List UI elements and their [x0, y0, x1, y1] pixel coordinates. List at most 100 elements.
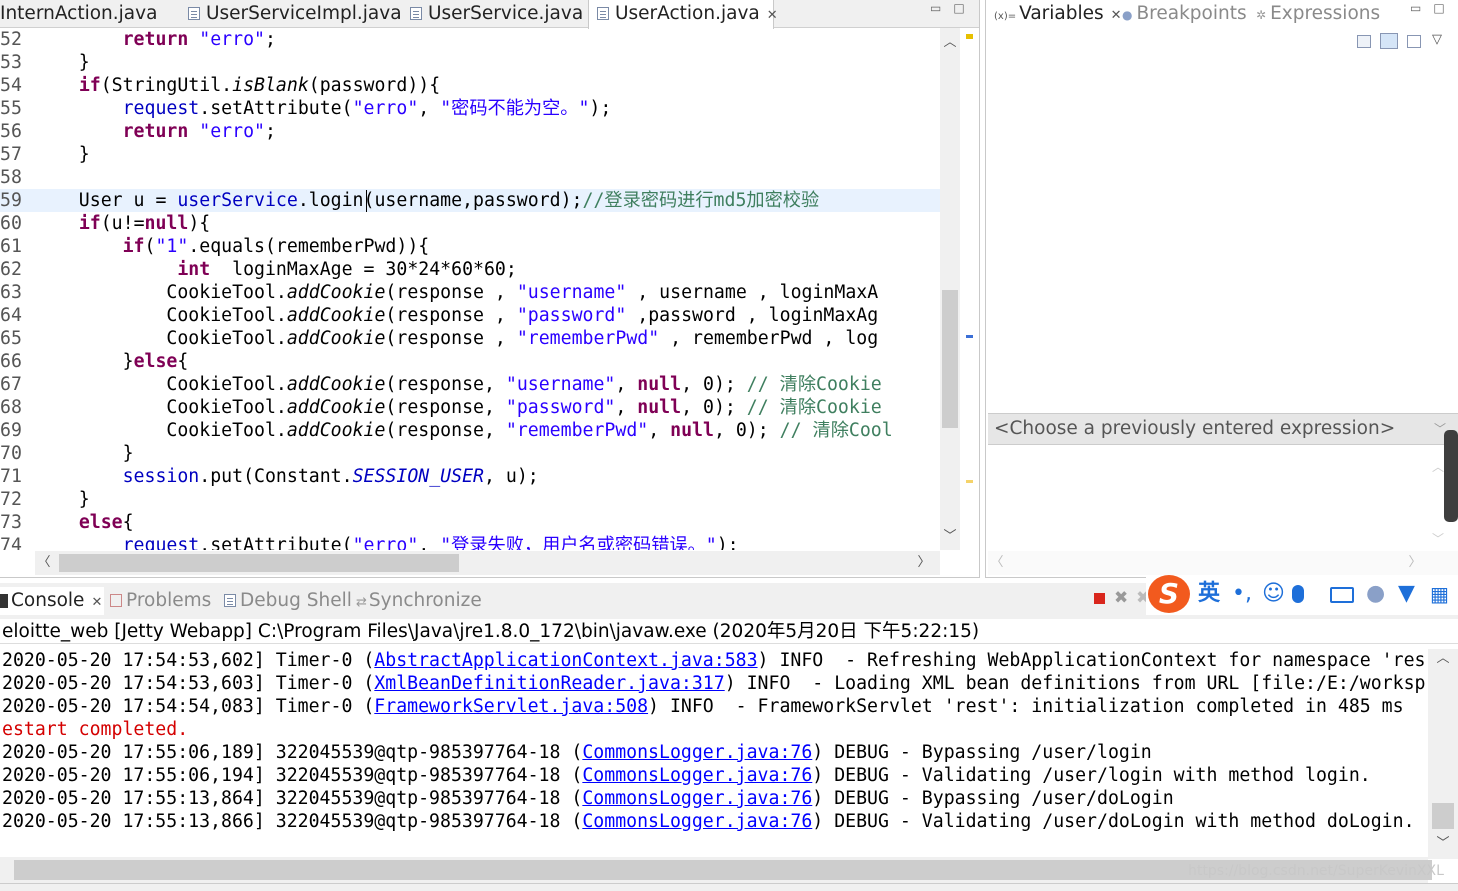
scroll-down-icon[interactable]: ﹀	[941, 530, 959, 544]
code-line[interactable]: 72 }	[0, 488, 940, 511]
minimize-icon[interactable]: ▭	[930, 1, 953, 15]
expression-combo[interactable]: <Choose a previously entered expression>	[988, 413, 1458, 445]
line-code: CookieTool.addCookie(response , "usernam…	[35, 281, 878, 304]
side-grip-handle[interactable]	[1444, 430, 1458, 522]
code-line[interactable]: 62 int loginMaxAge = 30*24*60*60;	[0, 258, 940, 281]
ime-punctuation-toggle[interactable]: •,	[1232, 581, 1252, 607]
code-line[interactable]: 57 }	[0, 143, 940, 166]
close-icon[interactable]: ✕	[767, 8, 778, 23]
code-line[interactable]: 74 request.setAttribute("erro", "登录失败，用户…	[0, 534, 940, 550]
line-number: 70	[0, 443, 22, 464]
code-line[interactable]: 55 request.setAttribute("erro", "密码不能为空。…	[0, 97, 940, 120]
editor-horizontal-scrollbar[interactable]: 〈 〉	[35, 551, 940, 575]
emoji-icon[interactable]: ☺	[1262, 581, 1285, 607]
scroll-right-icon[interactable]: 〉	[915, 556, 933, 570]
source-link[interactable]: CommonsLogger.java:76	[582, 742, 812, 763]
scroll-left-icon[interactable]: 〈	[988, 556, 1006, 570]
overview-ruler[interactable]	[960, 28, 979, 550]
maximize-icon[interactable]: □	[1433, 1, 1456, 15]
code-line[interactable]: 70 }	[0, 442, 940, 465]
tab-userservice[interactable]: UserService.java	[402, 0, 588, 28]
maximize-icon[interactable]: □	[953, 1, 976, 15]
warning-marker[interactable]	[966, 34, 973, 39]
show-type-names-icon[interactable]	[1357, 35, 1371, 48]
code-token: .setAttribute(	[199, 535, 353, 550]
toolbox-grid-icon[interactable]: ▦	[1430, 581, 1449, 607]
code-token: "erro"	[352, 535, 419, 550]
close-icon[interactable]: ✕	[91, 595, 102, 610]
console-vertical-scrollbar[interactable]: ︿ ﹀	[1428, 649, 1458, 859]
search-marker[interactable]	[966, 480, 973, 483]
editor-vertical-scrollbar[interactable]: ︿ ﹀	[940, 28, 960, 550]
view-menu-icon[interactable]: ▽	[1432, 32, 1442, 47]
skin-shirt-icon[interactable]: ▼	[1398, 581, 1415, 607]
scroll-up-icon[interactable]: ︿	[1432, 458, 1444, 475]
code-editor[interactable]: 52 return "erro"; 53 } 54 if(StringUtil.is…	[0, 28, 940, 550]
code-line[interactable]: 73 else{	[0, 511, 940, 534]
console-output[interactable]: 2020-05-20 17:54:53,602] Timer-0 (Abstra…	[0, 649, 1428, 859]
scroll-right-icon[interactable]: 〉	[1406, 556, 1424, 570]
code-token: (u!=	[100, 213, 145, 234]
source-link[interactable]: XmlBeanDefinitionReader.java:317	[374, 673, 724, 694]
source-link[interactable]: CommonsLogger.java:76	[582, 788, 812, 809]
code-line[interactable]: 69 CookieTool.addCookie(response, "remem…	[0, 419, 940, 442]
tab-useraction[interactable]: UserAction.java ✕	[588, 0, 778, 29]
occurrence-marker[interactable]	[966, 335, 973, 338]
source-link[interactable]: FrameworkServlet.java:508	[374, 696, 648, 717]
tab-userserviceimpl[interactable]: UserServiceImpl.java	[180, 0, 402, 28]
user-icon[interactable]: ●	[1366, 581, 1385, 607]
source-link[interactable]: CommonsLogger.java:76	[582, 765, 812, 786]
line-number: 62	[0, 259, 22, 280]
tab-variables[interactable]: (x)= Variables ✕	[986, 0, 1122, 28]
collapse-all-icon[interactable]	[1407, 35, 1421, 48]
code-line[interactable]: 52 return "erro";	[0, 28, 940, 51]
tab-synchronize[interactable]: ⇄ Synchronize	[348, 587, 488, 615]
scroll-down-icon[interactable]: ﹀	[1432, 530, 1444, 547]
variables-horizontal-scrollbar[interactable]: 〈 〉	[988, 551, 1458, 575]
tab-problems[interactable]: Problems	[102, 587, 216, 615]
scroll-up-icon[interactable]: ︿	[1434, 652, 1452, 666]
code-line[interactable]: 68 CookieTool.addCookie(response, "passw…	[0, 396, 940, 419]
code-line[interactable]: 65 CookieTool.addCookie(response , "reme…	[0, 327, 940, 350]
source-link[interactable]: CommonsLogger.java:76	[582, 811, 812, 832]
code-line[interactable]: 63 CookieTool.addCookie(response , "user…	[0, 281, 940, 304]
remove-launch-icon[interactable]: ✖	[1114, 588, 1128, 608]
scroll-up-icon[interactable]: ︿	[941, 36, 959, 50]
tab-breakpoints[interactable]: ● Breakpoints	[1114, 0, 1249, 28]
tab-debug-shell[interactable]: Debug Shell	[216, 587, 352, 615]
source-link[interactable]: AbstractApplicationContext.java:583	[374, 650, 757, 671]
code-token: ,	[648, 420, 671, 441]
code-line[interactable]: 67 CookieTool.addCookie(response, "usern…	[0, 373, 940, 396]
code-line[interactable]: 66 }else{	[0, 350, 940, 373]
code-line[interactable]: 71 session.put(Constant.SESSION_USER, u)…	[0, 465, 940, 488]
terminate-icon[interactable]	[1094, 593, 1105, 604]
code-token: {	[177, 351, 189, 372]
code-line[interactable]: 54 if(StringUtil.isBlank(password)){	[0, 74, 940, 97]
code-token: .put(Constant.	[199, 466, 353, 487]
code-line[interactable]: 61 if("1".equals(rememberPwd)){	[0, 235, 940, 258]
code-line[interactable]: 58	[0, 166, 940, 189]
tab-console[interactable]: Console ✕	[0, 587, 104, 615]
show-logical-structure-icon[interactable]	[1380, 33, 1398, 49]
code-line[interactable]: 64 CookieTool.addCookie(response , "pass…	[0, 304, 940, 327]
line-code: int loginMaxAge = 30*24*60*60;	[35, 258, 516, 281]
sogou-logo[interactable]: S	[1148, 575, 1190, 613]
scroll-down-icon[interactable]: ﹀	[1434, 837, 1452, 851]
code-line[interactable]: 60 if(u!=null){	[0, 212, 940, 235]
keyboard-icon[interactable]	[1330, 587, 1354, 603]
minimize-icon[interactable]: ▭	[1410, 1, 1433, 15]
scrollbar-thumb[interactable]	[1432, 803, 1454, 829]
code-line[interactable]: 59 User u = userService.login(username,p…	[0, 189, 940, 212]
line-code: if("1".equals(rememberPwd)){	[35, 235, 430, 258]
tab-internaction[interactable]: InternAction.java	[0, 0, 172, 28]
scrollbar-thumb[interactable]	[59, 554, 459, 572]
scrollbar-thumb[interactable]	[942, 290, 958, 428]
ime-language-toggle[interactable]: 英	[1198, 581, 1220, 607]
microphone-icon[interactable]	[1292, 585, 1304, 603]
code-line[interactable]: 56 return "erro";	[0, 120, 940, 143]
scroll-left-icon[interactable]: 〈	[35, 556, 53, 570]
tab-expressions[interactable]: ✲ Expressions	[1248, 0, 1388, 28]
code-line[interactable]: 53 }	[0, 51, 940, 74]
